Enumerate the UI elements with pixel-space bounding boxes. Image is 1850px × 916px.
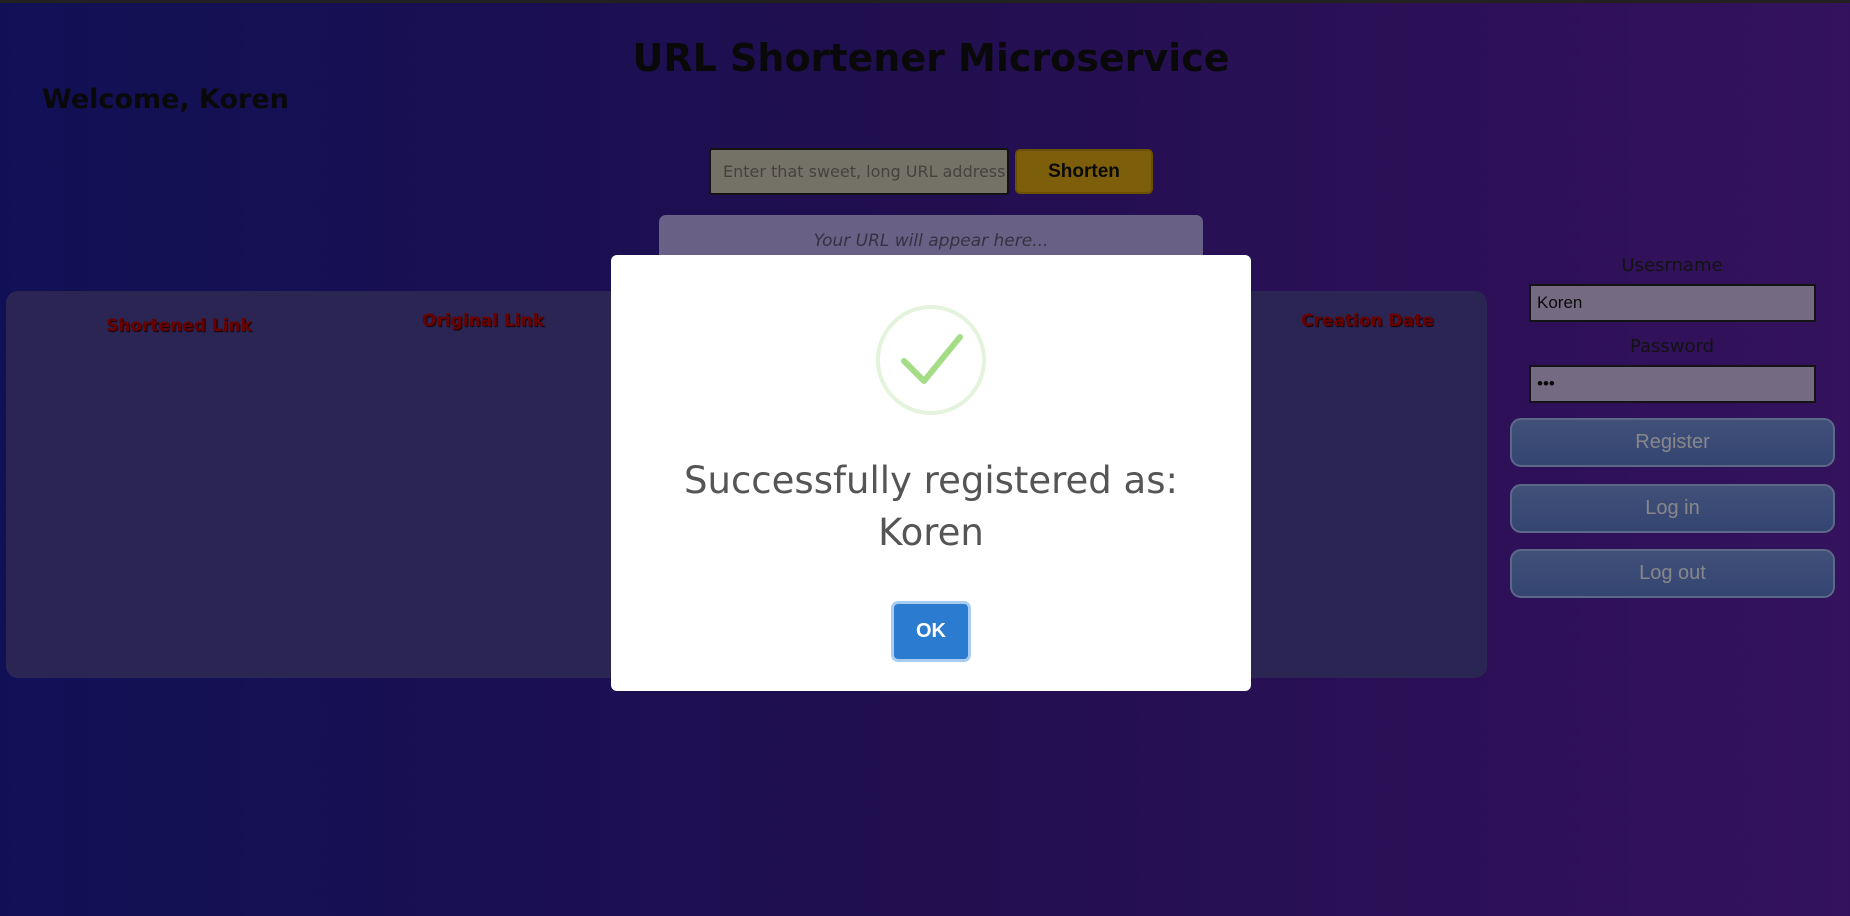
success-dialog: Successfully registered as: Koren OK: [611, 255, 1251, 691]
ok-button[interactable]: OK: [891, 601, 971, 662]
dialog-message: Successfully registered as: Koren: [611, 455, 1251, 559]
dialog-message-line-1: Successfully registered as:: [684, 459, 1178, 502]
checkmark-icon: [901, 334, 963, 384]
dialog-message-line-2: Koren: [878, 511, 984, 554]
success-check-icon: [876, 305, 986, 415]
